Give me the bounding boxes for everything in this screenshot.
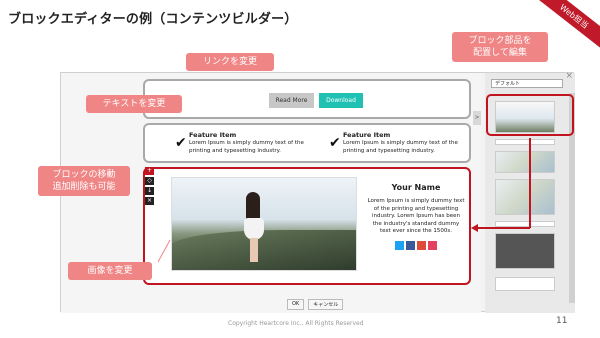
copyright-text: Copyright Heartcore Inc., All Rights Res… — [228, 320, 364, 327]
connector-lines — [157, 138, 531, 263]
page-number: 11 — [556, 316, 568, 326]
